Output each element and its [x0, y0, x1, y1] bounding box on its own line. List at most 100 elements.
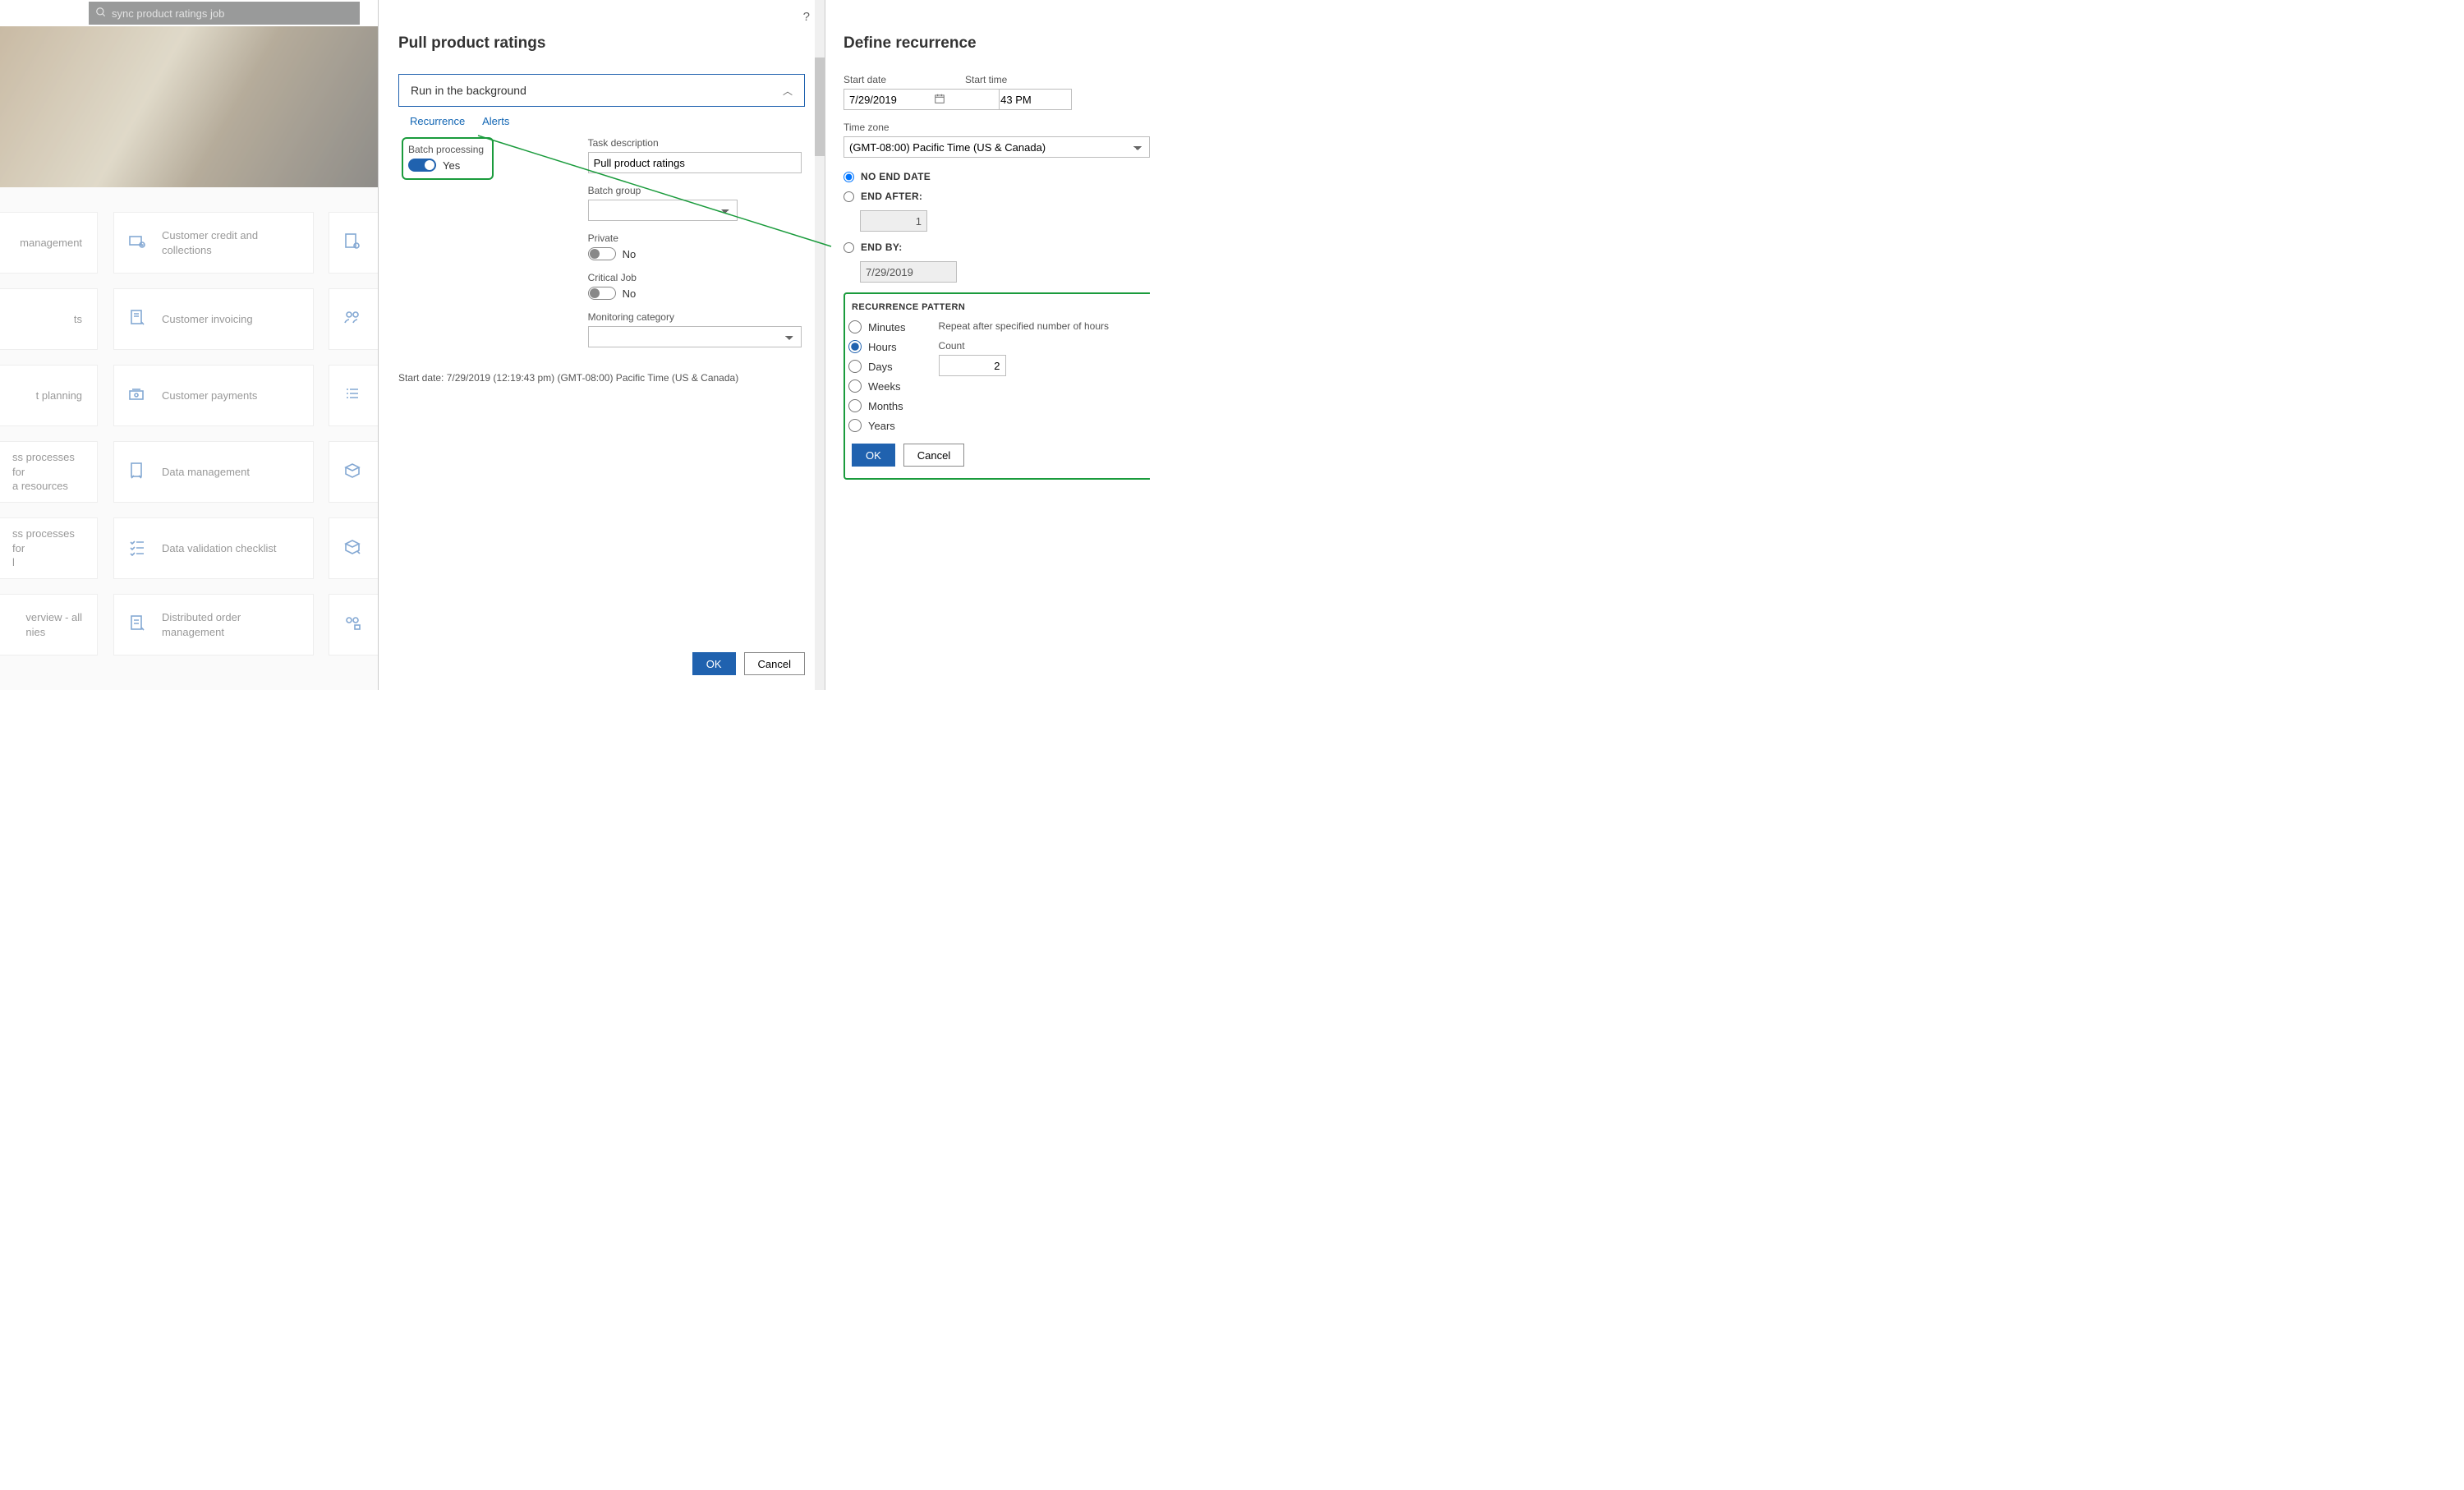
- panel-title: Pull product ratings: [398, 34, 805, 53]
- recurrence-unit-radio[interactable]: [848, 379, 862, 393]
- recurrence-unit-radio[interactable]: [848, 360, 862, 373]
- workspace-tile[interactable]: t planning: [0, 365, 98, 426]
- tile-label: ss processes for l: [12, 527, 82, 570]
- end-by-radio[interactable]: [844, 242, 854, 253]
- workspace-tile[interactable]: Customer payments: [113, 365, 314, 426]
- pull-ratings-panel: ? Pull product ratings Run in the backgr…: [378, 0, 825, 690]
- recurrence-unit-label: Months: [868, 400, 903, 412]
- scrollbar[interactable]: [815, 0, 825, 690]
- workspace-tile[interactable]: ss processes for l: [0, 517, 98, 579]
- recurrence-link[interactable]: Recurrence: [410, 115, 465, 127]
- recurrence-ok-button[interactable]: OK: [852, 444, 895, 467]
- recurrence-unit-days[interactable]: Days: [848, 360, 906, 373]
- tile-label: ss processes for a resources: [12, 450, 82, 494]
- private-toggle[interactable]: [588, 247, 616, 260]
- mid-cancel-button[interactable]: Cancel: [744, 652, 805, 675]
- private-label: Private: [588, 232, 802, 244]
- critical-label: Critical Job: [588, 272, 802, 283]
- recurrence-title: Define recurrence: [844, 34, 1150, 53]
- section-sublinks: Recurrence Alerts: [398, 115, 805, 127]
- invoice-icon: [127, 308, 150, 330]
- batch-processing-label: Batch processing: [408, 144, 484, 155]
- end-by-value: [860, 261, 957, 283]
- workspace-tile[interactable]: ts: [0, 288, 98, 350]
- monitoring-label: Monitoring category: [588, 311, 802, 323]
- critical-state: No: [623, 287, 637, 300]
- recurrence-unit-label: Years: [868, 420, 895, 432]
- workspace-tile[interactable]: Customer invoicing: [113, 288, 314, 350]
- recurrence-unit-label: Hours: [868, 341, 897, 353]
- run-background-header[interactable]: Run in the background ︿: [398, 74, 805, 107]
- workspace-tile[interactable]: verview - all nies: [0, 594, 98, 655]
- recurrence-hint: Repeat after specified number of hours: [939, 320, 1109, 332]
- end-after-label: END AFTER:: [861, 191, 922, 202]
- order-doc-icon: [127, 614, 150, 636]
- gear-doc-icon: [342, 232, 365, 254]
- batch-processing-highlight: Batch processing Yes: [402, 137, 494, 180]
- start-date-label: Start date: [844, 74, 950, 85]
- workspace-tile[interactable]: Data validation checklist: [113, 517, 314, 579]
- section-header-label: Run in the background: [411, 84, 526, 97]
- people-icon: [342, 308, 365, 330]
- credit-icon: [127, 232, 150, 254]
- start-time-label: Start time: [965, 74, 1072, 85]
- workspace-tile[interactable]: [329, 441, 378, 503]
- tile-label: Customer credit and collections: [162, 228, 300, 257]
- timezone-label: Time zone: [844, 122, 1150, 133]
- workspace-tile[interactable]: [329, 288, 378, 350]
- recurrence-unit-minutes[interactable]: Minutes: [848, 320, 906, 333]
- checklist-icon: [127, 537, 150, 559]
- scrollbar-thumb[interactable]: [815, 57, 825, 156]
- end-after-radio[interactable]: [844, 191, 854, 202]
- recurrence-cancel-button[interactable]: Cancel: [903, 444, 964, 467]
- box-arrow-icon: [342, 537, 365, 559]
- workspace-tile[interactable]: [329, 212, 378, 274]
- recurrence-unit-radio[interactable]: [848, 419, 862, 432]
- workspace-tile[interactable]: Distributed order management: [113, 594, 314, 655]
- no-end-radio[interactable]: [844, 172, 854, 182]
- global-search[interactable]: sync product ratings job: [89, 2, 360, 25]
- recurrence-unit-weeks[interactable]: Weeks: [848, 379, 906, 393]
- workspace-tile[interactable]: [329, 365, 378, 426]
- workspace-tile[interactable]: management: [0, 212, 98, 274]
- tile-label: management: [20, 236, 82, 251]
- alerts-link[interactable]: Alerts: [482, 115, 509, 127]
- tile-label: Distributed order management: [162, 610, 300, 639]
- batch-group-select[interactable]: [588, 200, 738, 221]
- count-label: Count: [939, 340, 1109, 352]
- recurrence-unit-radio[interactable]: [848, 340, 862, 353]
- end-after-value: [860, 210, 927, 232]
- recurrence-pattern-highlight: RECURRENCE PATTERN Minutes Hours Days Weeks…: [844, 292, 1150, 480]
- list-icon: [342, 384, 365, 407]
- monitoring-select[interactable]: [588, 326, 802, 347]
- recurrence-unit-years[interactable]: Years: [848, 419, 906, 432]
- tile-label: t planning: [36, 389, 82, 403]
- workspace-tile[interactable]: [329, 517, 378, 579]
- task-description-input[interactable]: [588, 152, 802, 173]
- batch-group-label: Batch group: [588, 185, 802, 196]
- recurrence-pattern-title: RECURRENCE PATTERN: [852, 302, 1146, 312]
- tile-label: Customer payments: [162, 389, 257, 403]
- end-by-label: END BY:: [861, 241, 903, 253]
- workspace-tile[interactable]: Customer credit and collections: [113, 212, 314, 274]
- search-icon: [95, 7, 107, 21]
- chevron-up-icon: ︿: [783, 84, 793, 98]
- timezone-select[interactable]: (GMT-08:00) Pacific Time (US & Canada): [844, 136, 1150, 158]
- search-text: sync product ratings job: [112, 7, 224, 20]
- tile-label: Data management: [162, 465, 250, 480]
- workspace-tile[interactable]: Data management: [113, 441, 314, 503]
- start-date-input[interactable]: [844, 89, 1000, 110]
- tile-label: verview - all nies: [25, 610, 82, 639]
- recurrence-unit-months[interactable]: Months: [848, 399, 906, 412]
- recurrence-unit-radio[interactable]: [848, 320, 862, 333]
- workspace-tile[interactable]: ss processes for a resources: [0, 441, 98, 503]
- help-icon[interactable]: ?: [803, 10, 810, 24]
- recurrence-unit-label: Weeks: [868, 380, 901, 393]
- critical-toggle[interactable]: [588, 287, 616, 300]
- batch-processing-toggle[interactable]: [408, 159, 436, 172]
- mid-ok-button[interactable]: OK: [692, 652, 736, 675]
- recurrence-unit-hours[interactable]: Hours: [848, 340, 906, 353]
- count-input[interactable]: [939, 355, 1006, 376]
- recurrence-unit-radio[interactable]: [848, 399, 862, 412]
- workspace-tile[interactable]: [329, 594, 378, 655]
